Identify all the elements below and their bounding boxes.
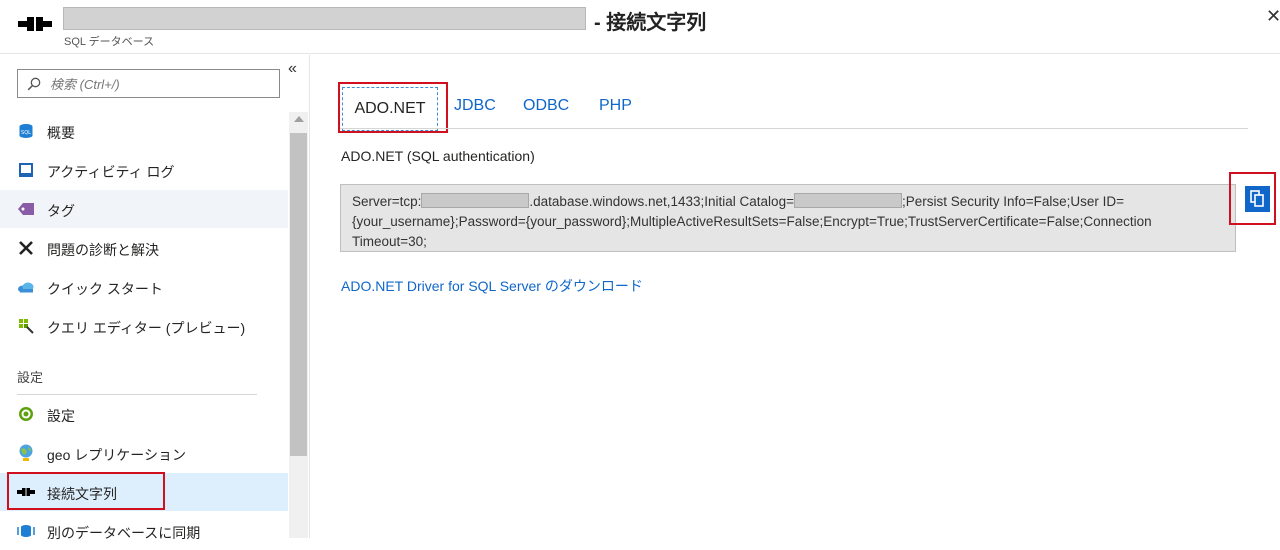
tab-jdbc[interactable]: JDBC bbox=[454, 97, 496, 115]
sidebar-item-label: 別のデータベースに同期 bbox=[47, 525, 201, 541]
sidebar-item-tags[interactable]: タグ bbox=[0, 190, 288, 228]
tab-php[interactable]: PHP bbox=[599, 97, 632, 115]
scroll-up-arrow-icon[interactable] bbox=[294, 116, 304, 122]
sidebar-item-settings[interactable]: 設定 bbox=[0, 395, 288, 433]
redacted-catalog bbox=[793, 193, 902, 208]
connection-icon bbox=[17, 484, 35, 500]
sidebar-item-label: 設定 bbox=[47, 408, 75, 424]
search-input[interactable] bbox=[48, 74, 273, 94]
sidebar-item-label: クエリ エディター (プレビュー) bbox=[47, 320, 246, 336]
sidebar-item-query-editor[interactable]: クエリ エディター (プレビュー) bbox=[0, 307, 288, 345]
redacted-server-name bbox=[63, 7, 586, 30]
sidebar-item-label: 問題の診断と解決 bbox=[47, 242, 159, 258]
collapse-sidebar-icon[interactable]: « bbox=[288, 60, 297, 78]
sidebar-scrollbar[interactable] bbox=[289, 112, 308, 538]
sidebar: « SQL 概要 アクティビティ ログ bbox=[0, 55, 310, 541]
sidebar-item-label: タグ bbox=[47, 203, 75, 219]
query-editor-icon bbox=[17, 318, 35, 334]
connection-string-part: .database.windows.net,1433;Initial Catal… bbox=[529, 194, 794, 209]
main-content: ADO.NET JDBC ODBC PHP ADO.NET (SQL authe… bbox=[311, 55, 1280, 538]
sidebar-item-quickstart[interactable]: クイック スタート bbox=[0, 268, 288, 306]
close-icon[interactable]: ✕ bbox=[1266, 6, 1280, 27]
sql-database-icon: SQL bbox=[17, 123, 35, 139]
tab-adonet[interactable]: ADO.NET bbox=[342, 87, 438, 131]
tabs-divider bbox=[340, 128, 1248, 129]
sidebar-item-connection-strings[interactable]: 接続文字列 bbox=[0, 473, 288, 511]
download-driver-link[interactable]: ADO.NET Driver for SQL Server のダウンロード bbox=[341, 276, 643, 296]
search-icon bbox=[27, 77, 41, 91]
sidebar-item-diagnose[interactable]: 問題の診断と解決 bbox=[0, 229, 288, 267]
tab-odbc[interactable]: ODBC bbox=[523, 97, 569, 115]
tools-icon bbox=[17, 240, 35, 256]
sidebar-item-activity-log[interactable]: アクティビティ ログ bbox=[0, 151, 288, 189]
connection-logo-icon bbox=[18, 17, 52, 31]
scroll-thumb[interactable] bbox=[290, 133, 307, 456]
activity-log-icon bbox=[17, 162, 35, 178]
sidebar-item-sync[interactable]: 別のデータベースに同期 bbox=[0, 512, 288, 550]
globe-icon bbox=[17, 444, 35, 461]
sidebar-item-label: 概要 bbox=[47, 125, 75, 141]
copy-icon bbox=[1250, 190, 1264, 207]
sidebar-item-overview[interactable]: SQL 概要 bbox=[0, 112, 288, 150]
page-title: - 接続文字列 bbox=[594, 12, 707, 34]
copy-button[interactable] bbox=[1245, 186, 1270, 212]
page-subtitle: SQL データベース bbox=[64, 36, 155, 48]
connection-string-box[interactable]: Server=tcp: .database.windows.net,1433;In… bbox=[340, 184, 1236, 252]
redacted-server bbox=[421, 193, 530, 208]
connection-string-part: Server=tcp: bbox=[352, 194, 422, 209]
sidebar-item-geo-replication[interactable]: geo レプリケーション bbox=[0, 434, 288, 472]
svg-text:SQL: SQL bbox=[21, 130, 31, 136]
sync-icon bbox=[17, 523, 35, 539]
sidebar-item-label: アクティビティ ログ bbox=[47, 164, 175, 180]
settings-icon bbox=[17, 406, 35, 422]
search-box[interactable] bbox=[17, 69, 280, 98]
blade-header: - 接続文字列 SQL データベース ✕ bbox=[0, 0, 1280, 54]
sidebar-item-label: geo レプリケーション bbox=[47, 447, 186, 463]
section-settings-heading: 設定 bbox=[17, 370, 44, 385]
tag-icon bbox=[17, 201, 35, 217]
sidebar-item-label: 接続文字列 bbox=[47, 486, 117, 502]
connection-string-label: ADO.NET (SQL authentication) bbox=[341, 148, 535, 164]
sidebar-item-label: クイック スタート bbox=[47, 281, 163, 297]
cloud-icon bbox=[17, 279, 35, 295]
